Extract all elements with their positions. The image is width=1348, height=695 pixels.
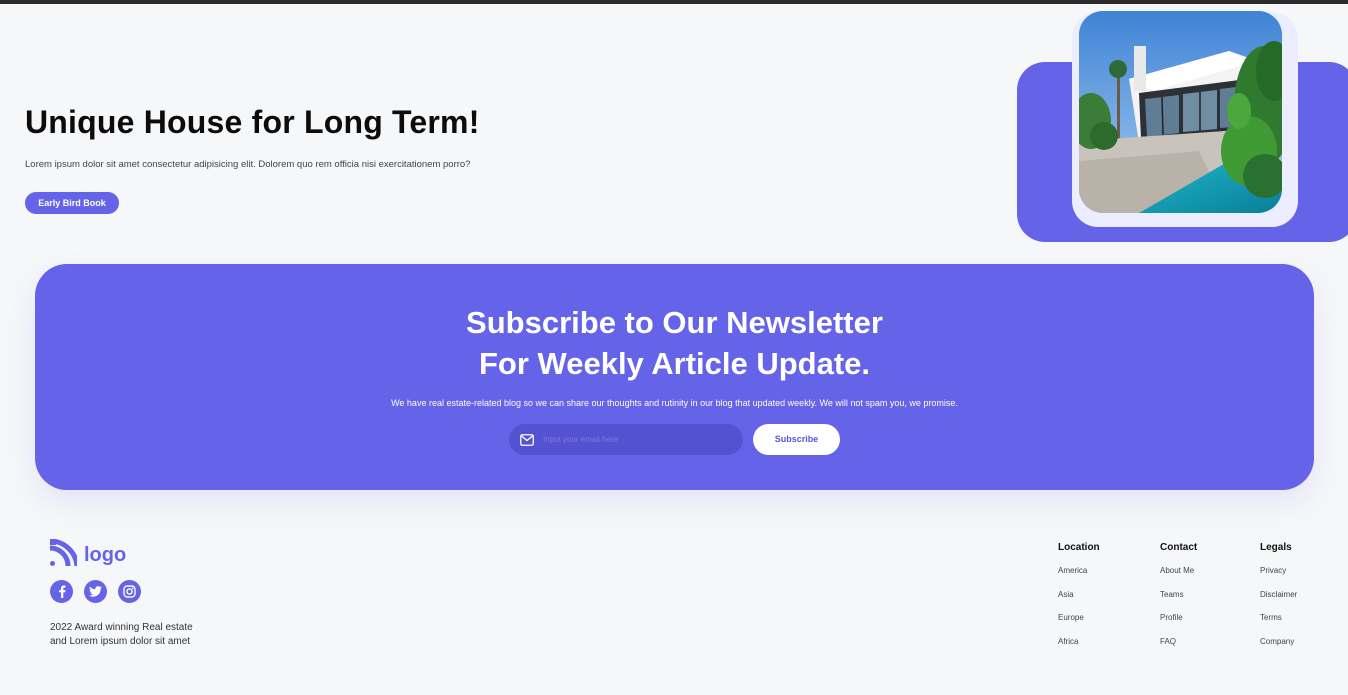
footer-link-privacy[interactable]: Privacy	[1260, 565, 1297, 589]
footer-link-asia[interactable]: Asia	[1058, 589, 1100, 613]
email-field[interactable]	[509, 424, 743, 455]
email-input[interactable]	[543, 430, 733, 449]
early-bird-book-button[interactable]: Early Bird Book	[25, 192, 119, 214]
footer-link-about-me[interactable]: About Me	[1160, 565, 1197, 589]
social-links	[50, 580, 141, 603]
top-edge-bar	[0, 0, 1348, 4]
newsletter-title-line-1: Subscribe to Our Newsletter	[466, 305, 883, 340]
hero-description: Lorem ipsum dolor sit amet consectetur a…	[25, 159, 471, 170]
footer-logo[interactable]: logo	[49, 538, 127, 571]
footer-link-europe[interactable]: Europe	[1058, 612, 1100, 636]
facebook-icon[interactable]	[50, 580, 73, 603]
subscribe-button[interactable]: Subscribe	[753, 424, 840, 455]
newsletter-section: Subscribe to Our Newsletter For Weekly A…	[35, 264, 1314, 490]
logo-icon	[49, 538, 80, 571]
footer-column-contact: Contact About Me Teams Profile FAQ	[1160, 542, 1197, 659]
footer-column-heading: Location	[1058, 542, 1100, 553]
footer-link-company[interactable]: Company	[1260, 636, 1297, 660]
footer-link-disclaimer[interactable]: Disclaimer	[1260, 589, 1297, 613]
footer-column-heading: Contact	[1160, 542, 1198, 553]
instagram-icon[interactable]	[118, 580, 141, 603]
footer-tagline: 2022 Award winning Real estate and Lorem…	[50, 621, 193, 649]
footer-link-africa[interactable]: Africa	[1058, 636, 1100, 660]
footer-link-profile[interactable]: Profile	[1160, 612, 1197, 636]
footer-column-heading: Legals	[1260, 542, 1292, 553]
logo-text: logo	[84, 543, 127, 566]
footer-link-teams[interactable]: Teams	[1160, 589, 1197, 613]
footer-column-location: Location America Asia Europe Africa	[1058, 542, 1100, 659]
footer-column-legals: Legals Privacy Disclaimer Terms Company	[1260, 542, 1297, 659]
footer-link-faq[interactable]: FAQ	[1160, 636, 1197, 660]
hero-title: Unique House for Long Term!	[25, 104, 480, 140]
newsletter-title: Subscribe to Our Newsletter For Weekly A…	[35, 302, 1314, 384]
footer-link-america[interactable]: America	[1058, 565, 1100, 589]
twitter-icon[interactable]	[84, 580, 107, 603]
newsletter-description: We have real estate-related blog so we c…	[391, 398, 958, 408]
newsletter-title-line-2: For Weekly Article Update.	[478, 346, 871, 381]
footer-tagline-line-1: 2022 Award winning Real estate	[50, 622, 193, 633]
footer-link-terms[interactable]: Terms	[1260, 612, 1297, 636]
footer-tagline-line-2: and Lorem ipsum dolor sit amet	[50, 636, 191, 647]
mail-icon	[520, 433, 534, 451]
hero-house-image	[1079, 11, 1282, 213]
